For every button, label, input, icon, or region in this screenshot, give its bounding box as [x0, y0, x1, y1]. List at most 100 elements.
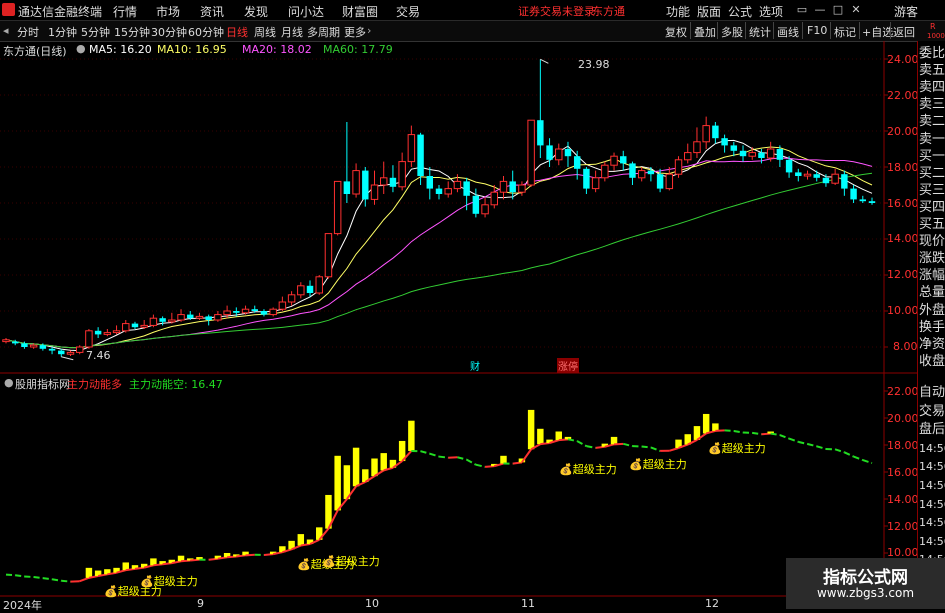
period-more[interactable]: 更多 — [344, 24, 366, 40]
candle-body — [509, 181, 515, 192]
period-daily[interactable]: 日线 — [226, 24, 248, 40]
period-60min[interactable]: 60分钟 — [188, 24, 224, 40]
low-pointer — [61, 357, 73, 360]
guest-label[interactable]: 游客 — [894, 3, 918, 20]
period-30min[interactable]: 30分钟 — [151, 24, 187, 40]
menu-wealth[interactable]: 财富圈 — [342, 3, 378, 20]
trade-panel-label[interactable]: 交易 — [919, 404, 945, 420]
quote-row-label[interactable]: 换手 — [919, 320, 945, 336]
trade-time[interactable]: 14:56 — [919, 441, 945, 457]
trend-down-segment — [623, 444, 632, 446]
tool-back[interactable]: 返回 — [893, 24, 915, 40]
quote-row-label[interactable]: 涨幅 — [919, 268, 945, 284]
quote-row-label[interactable]: 买三 — [919, 183, 945, 199]
period-15min[interactable]: 15分钟 — [114, 24, 150, 40]
trend-down-segment — [586, 446, 595, 448]
trade-time[interactable]: 14:56 — [919, 478, 945, 494]
trade-time[interactable]: 14:56 — [919, 459, 945, 475]
quote-row-label[interactable]: 卖五 — [919, 63, 945, 79]
candle-body — [611, 156, 617, 165]
candle-body — [602, 165, 608, 178]
menu-formula[interactable]: 公式 — [728, 3, 752, 20]
quote-row-label[interactable]: 委比 — [919, 46, 945, 62]
candle-body — [666, 174, 672, 188]
quote-row-label[interactable]: 现价 — [919, 234, 945, 250]
quote-row-label[interactable]: 买一 — [919, 149, 945, 165]
quote-row-label[interactable]: 收盘 — [919, 354, 945, 370]
tool-restore-rights[interactable]: 复权 — [665, 24, 687, 40]
period-weekly[interactable]: 周线 — [254, 24, 276, 40]
divider — [890, 22, 891, 39]
menu-news[interactable]: 资讯 — [200, 3, 224, 20]
tool-draw[interactable]: 画线 — [777, 24, 799, 40]
quote-row-label[interactable]: 卖二 — [919, 114, 945, 130]
trend-up-segment — [227, 557, 236, 558]
menu-discover[interactable]: 发现 — [244, 3, 268, 20]
quote-row-label[interactable]: 买五 — [919, 217, 945, 233]
candle-body — [242, 309, 248, 313]
trend-up-segment — [153, 564, 162, 565]
menu-ask[interactable]: 问小达 — [288, 3, 324, 20]
trade-panel-label[interactable]: 自动 — [919, 385, 945, 401]
x-label-month: 12 — [705, 597, 719, 610]
tool-mark[interactable]: 标记 — [834, 24, 856, 40]
settings-circle-icon[interactable]: ● — [76, 42, 86, 55]
candle-body — [141, 325, 147, 327]
tool-multi-stock[interactable]: 多股 — [721, 24, 743, 40]
quote-row-label[interactable]: 卖四 — [919, 80, 945, 96]
window-minimize-icon[interactable]: — — [812, 3, 828, 17]
tool-f10[interactable]: F10 — [807, 24, 827, 37]
menu-trade[interactable]: 交易 — [396, 3, 420, 20]
candle-body — [3, 340, 9, 342]
candle-body — [454, 181, 460, 188]
chevron-right-icon[interactable]: › — [367, 24, 371, 37]
candle-body — [344, 181, 350, 194]
left-arrow-icon[interactable]: ◂ — [3, 24, 9, 37]
trend-up-segment — [522, 449, 531, 462]
trade-time[interactable]: 14:56 — [919, 515, 945, 531]
period-1min[interactable]: 1分钟 — [48, 24, 77, 40]
menu-market[interactable]: 行情 — [113, 3, 137, 20]
quote-row-label[interactable]: 买四 — [919, 200, 945, 216]
candle-body — [491, 192, 497, 205]
candle-body — [132, 324, 138, 328]
menu-markets[interactable]: 市场 — [156, 3, 180, 20]
tool-overlay[interactable]: 叠加 — [694, 24, 716, 40]
login-status[interactable]: 证券交易未登录 — [518, 3, 595, 19]
menu-options[interactable]: 选项 — [759, 3, 783, 20]
candle-body — [850, 189, 856, 200]
divider — [690, 22, 691, 39]
event-limit-up-badge[interactable]: 涨停 — [557, 358, 579, 373]
event-finance-icon[interactable]: 财 — [470, 358, 480, 373]
candle-body — [620, 156, 626, 163]
quote-row-label[interactable]: 净资 — [919, 337, 945, 353]
period-timeshare[interactable]: 分时 — [17, 24, 39, 40]
quote-row-label[interactable]: 涨跌 — [919, 251, 945, 267]
window-maximize-icon[interactable]: □ — [830, 3, 846, 17]
trade-time[interactable]: 14:56 — [919, 497, 945, 513]
quote-row-label[interactable]: 总量 — [919, 285, 945, 301]
period-monthly[interactable]: 月线 — [281, 24, 303, 40]
menu-function[interactable]: 功能 — [666, 3, 690, 20]
tool-stats[interactable]: 统计 — [749, 24, 771, 40]
quote-row-label[interactable]: 卖三 — [919, 97, 945, 113]
period-5min[interactable]: 5分钟 — [81, 24, 110, 40]
indicator-settings-icon[interactable]: ● — [4, 376, 14, 389]
menu-layout[interactable]: 版面 — [697, 3, 721, 20]
x-label-year: 2024年 — [3, 597, 42, 613]
top-stock-name: 东方通 — [592, 3, 625, 19]
trade-panel-label[interactable]: 盘后 — [919, 422, 945, 438]
trade-time[interactable]: 14:56 — [919, 534, 945, 550]
candle-body — [390, 178, 396, 187]
period-multi[interactable]: 多周期 — [307, 24, 340, 40]
quote-row-label[interactable]: 买二 — [919, 166, 945, 182]
window-restore-icon[interactable]: ▭ — [794, 3, 810, 17]
candle-body — [215, 315, 221, 320]
tool-add-watchlist[interactable]: +自选 — [862, 24, 893, 40]
quote-row-label[interactable]: 卖一 — [919, 132, 945, 148]
momentum-bar — [86, 568, 92, 578]
quote-row-label[interactable]: 外盘 — [919, 303, 945, 319]
signal-label: 超级主力 — [336, 555, 380, 568]
window-close-icon[interactable]: ✕ — [848, 3, 864, 17]
kline-chart[interactable] — [0, 41, 917, 609]
